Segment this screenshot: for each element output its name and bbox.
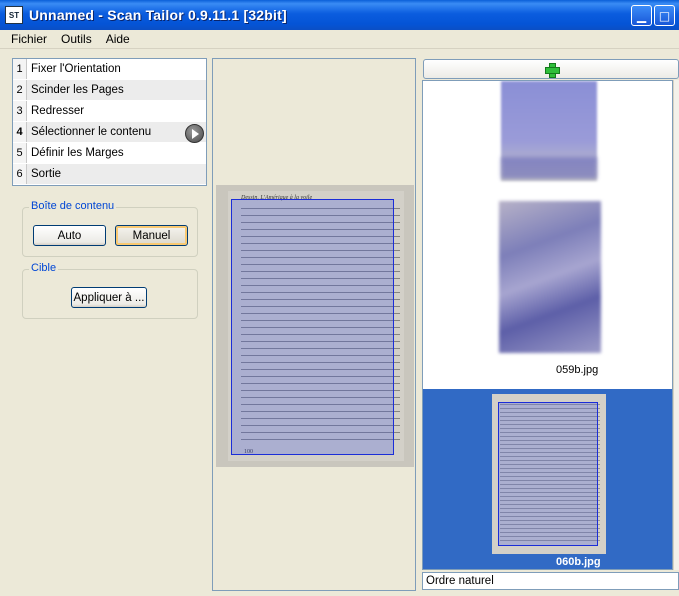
manual-button[interactable]: Manuel	[115, 225, 188, 246]
vertical-scrollbar[interactable]	[673, 80, 679, 570]
stage-number: 2	[13, 80, 27, 100]
sort-order-select[interactable]: Ordre naturel	[422, 572, 679, 590]
stage-fix-orientation[interactable]: 1 Fixer l'Orientation	[13, 59, 206, 80]
content-box-title: Boîte de contenu	[29, 200, 117, 212]
stage-label: Définir les Marges	[31, 147, 124, 159]
stage-select-content[interactable]: 4 Sélectionner le contenu	[13, 122, 206, 143]
window-title: Unnamed - Scan Tailor 0.9.11.1 [32bit]	[29, 7, 287, 23]
stage-label: Scinder les Pages	[31, 84, 124, 96]
reorder-button[interactable]	[423, 59, 679, 79]
stage-label: Fixer l'Orientation	[31, 63, 121, 75]
move-icon	[544, 62, 560, 78]
stage-split-pages[interactable]: 2 Scinder les Pages	[13, 80, 206, 101]
play-icon[interactable]	[185, 124, 204, 143]
content-box-group: Boîte de contenu Auto Manuel	[22, 200, 198, 257]
thumbnail-label: 059b.jpg	[556, 364, 599, 376]
app-icon: ST	[5, 6, 23, 24]
menu-bar: Fichier Outils Aide	[0, 30, 679, 49]
stage-number: 6	[13, 164, 27, 184]
thumbnail-content-box	[498, 402, 598, 546]
stage-number: 5	[13, 143, 27, 163]
target-group: Cible Appliquer à ...	[22, 262, 198, 319]
stages-list: 1 Fixer l'Orientation 2 Scinder les Page…	[12, 58, 207, 186]
target-title: Cible	[29, 262, 59, 274]
stage-margins[interactable]: 5 Définir les Marges	[13, 143, 206, 164]
title-bar: ST Unnamed - Scan Tailor 0.9.11.1 [32bit…	[0, 0, 679, 30]
stage-label: Sélectionner le contenu	[31, 126, 152, 138]
stage-number: 3	[13, 101, 27, 121]
stage-label: Sortie	[31, 168, 62, 180]
page-view[interactable]: Dessin, L'Amérique à la voile 100	[212, 58, 416, 591]
thumbnail-image	[492, 394, 606, 554]
auto-button[interactable]: Auto	[33, 225, 106, 246]
stage-output[interactable]: 6 Sortie	[13, 164, 206, 185]
stage-label: Redresser	[31, 105, 85, 117]
stage-number: 1	[13, 59, 27, 79]
thumbnail-caption-blur	[501, 157, 597, 179]
menu-aide[interactable]: Aide	[99, 32, 137, 46]
minimize-button[interactable]: ▁	[631, 5, 652, 26]
menu-outils[interactable]: Outils	[54, 32, 99, 46]
menu-fichier[interactable]: Fichier	[0, 32, 54, 46]
thumbnail-image[interactable]	[499, 201, 601, 353]
content-selection-box[interactable]	[231, 199, 394, 455]
thumbnail-selected[interactable]: 060b.jpg	[423, 389, 672, 569]
stage-deskew[interactable]: 3 Redresser	[13, 101, 206, 122]
thumbnail-label: 060b.jpg	[556, 556, 601, 568]
stage-number: 4	[13, 122, 27, 142]
page-image: Dessin, L'Amérique à la voile 100	[216, 185, 414, 467]
thumbnail-list[interactable]: 059b.jpg 060b.jpg	[422, 80, 673, 570]
apply-to-button[interactable]: Appliquer à ...	[71, 287, 147, 308]
maximize-button[interactable]: □	[654, 5, 675, 26]
